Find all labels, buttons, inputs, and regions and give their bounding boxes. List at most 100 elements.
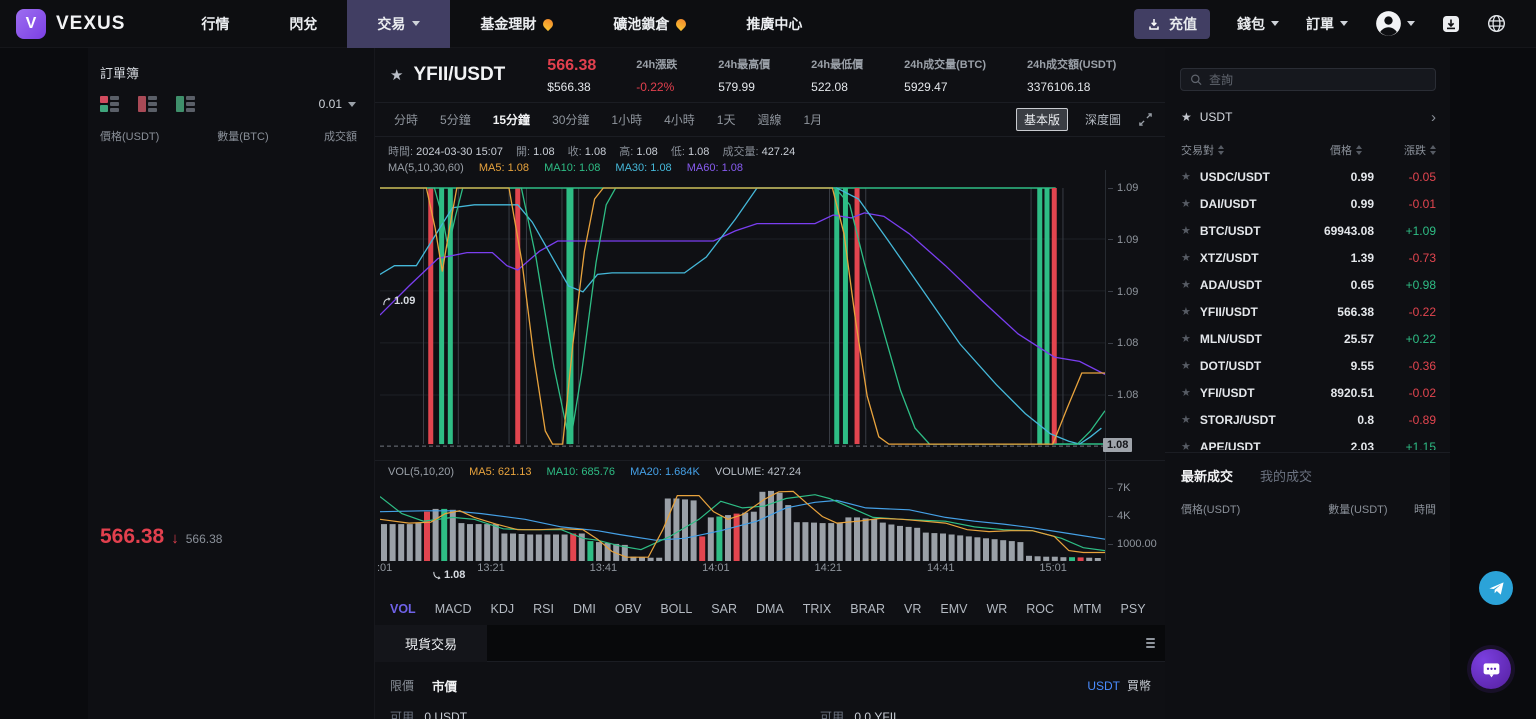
favorite-star-icon[interactable]: ★: [1181, 332, 1191, 345]
favorite-star-icon[interactable]: ★: [1181, 224, 1191, 237]
indicator-tab[interactable]: ROC: [1026, 602, 1054, 616]
favorite-star-icon[interactable]: ★: [1181, 359, 1191, 372]
timeframe-tab[interactable]: 週線: [746, 111, 792, 128]
indicator-tab[interactable]: KDJ: [491, 602, 515, 616]
stat-value: 5929.47: [904, 80, 948, 94]
favorite-star-icon[interactable]: ★: [1181, 440, 1191, 450]
candlestick-chart[interactable]: 1.09 1.08: [375, 170, 1165, 581]
timeframe-tab[interactable]: 分時: [383, 111, 429, 128]
sort-by-price[interactable]: 價格: [1330, 142, 1362, 158]
favorite-star-icon[interactable]: ★: [1181, 251, 1191, 264]
indicator-tab[interactable]: PSY: [1121, 602, 1146, 616]
pair-row[interactable]: ★ DOT/USDT 9.55 -0.36: [1165, 352, 1450, 379]
timeframe-tab[interactable]: 30分鐘: [541, 111, 600, 128]
indicator-tab[interactable]: OBV: [615, 602, 641, 616]
timeframe-tab[interactable]: 1小時: [600, 111, 653, 128]
chevron-down-icon: [1271, 21, 1279, 26]
pair-name: YFII/USDT: [1199, 304, 1258, 319]
indicator-tab[interactable]: WR: [986, 602, 1007, 616]
timeframe-tab[interactable]: 1月: [793, 111, 834, 128]
sort-by-pair[interactable]: 交易對: [1181, 142, 1214, 158]
ohlc-open-value: 1.08: [533, 146, 555, 158]
account-menu[interactable]: [1375, 10, 1415, 37]
deposit-button[interactable]: 充值: [1134, 8, 1210, 39]
ohlc-low-label: 低:: [670, 146, 685, 158]
indicator-tab[interactable]: VR: [904, 602, 921, 616]
quote-group-usdt[interactable]: ★ USDT ›: [1181, 105, 1436, 129]
spot-trade-tab[interactable]: 現貨交易: [375, 624, 487, 662]
view-both-sides-icon[interactable]: [100, 96, 121, 112]
more-menu-icon[interactable]: [1146, 638, 1155, 648]
orders-dropdown[interactable]: 訂單: [1306, 14, 1348, 34]
pair-row[interactable]: ★ MLN/USDT 25.57 +0.22: [1165, 325, 1450, 352]
tab-my-trades[interactable]: 我的成交: [1260, 466, 1312, 485]
favorite-star-icon[interactable]: ★: [1181, 413, 1191, 426]
sort-by-change[interactable]: 漲跌: [1374, 142, 1436, 158]
market-order-tab[interactable]: 市價: [432, 676, 457, 695]
favorite-star-icon[interactable]: ★: [1181, 278, 1191, 291]
view-bids-only-icon[interactable]: [176, 96, 197, 112]
favorite-star-icon[interactable]: ★: [1181, 170, 1191, 183]
tab-recent-trades[interactable]: 最新成交: [1181, 466, 1233, 485]
favorite-star-icon[interactable]: ★: [1181, 197, 1191, 210]
pair-row[interactable]: ★ USDC/USDT 0.99 -0.05: [1165, 163, 1450, 190]
indicator-tab[interactable]: DMA: [756, 602, 784, 616]
wallet-dropdown[interactable]: 錢包: [1237, 14, 1279, 34]
orderbook-title: 訂單簿: [100, 66, 140, 81]
brand[interactable]: V VEXUS: [16, 8, 125, 39]
pair-row[interactable]: ★ BTC/USDT 69943.08 +1.09: [1165, 217, 1450, 244]
timeframe-tab[interactable]: 15分鐘: [482, 111, 541, 128]
timeframe-tab[interactable]: 4小時: [653, 111, 706, 128]
indicator-tab[interactable]: MACD: [435, 602, 472, 616]
indicator-tab[interactable]: DMI: [573, 602, 596, 616]
view-asks-only-icon[interactable]: [138, 96, 159, 112]
pair-row[interactable]: ★ XTZ/USDT 1.39 -0.73: [1165, 244, 1450, 271]
sort-icon[interactable]: [1218, 145, 1224, 155]
pair-row[interactable]: ★ DAI/USDT 0.99 -0.01: [1165, 190, 1450, 217]
favorite-star-icon[interactable]: ★: [390, 66, 403, 84]
fullscreen-icon[interactable]: [1138, 112, 1153, 127]
pair-row[interactable]: ★ YFII/USDT 566.38 -0.22: [1165, 298, 1450, 325]
chevron-down-icon: [1340, 21, 1348, 26]
indicator-tab[interactable]: BOLL: [660, 602, 692, 616]
pair-name: USDC/USDT: [1199, 169, 1270, 184]
favorite-star-icon[interactable]: ★: [1181, 305, 1191, 318]
timeframe-tab[interactable]: 5分鐘: [429, 111, 482, 128]
nav-item-flash-swap[interactable]: 閃兌: [259, 0, 347, 48]
indicator-tab[interactable]: EMV: [940, 602, 967, 616]
pair-row[interactable]: ★ ADA/USDT 0.65 +0.98: [1165, 271, 1450, 298]
basic-view-button[interactable]: 基本版: [1015, 108, 1068, 131]
support-chat-button[interactable]: [1471, 649, 1511, 689]
nav-item-mining-lock[interactable]: 礦池鎖倉: [583, 0, 716, 48]
timeframe-tab[interactable]: 1天: [706, 111, 747, 128]
currency-selector[interactable]: USDT: [1087, 679, 1120, 693]
nav-item-market[interactable]: 行情: [171, 0, 259, 48]
limit-order-tab[interactable]: 限價: [390, 677, 414, 694]
depth-view-button[interactable]: 深度圖: [1085, 111, 1121, 128]
indicator-tab[interactable]: RSI: [533, 602, 554, 616]
col-change-label: 漲跌: [1404, 145, 1426, 157]
indicator-tab[interactable]: TRIX: [803, 602, 831, 616]
pair-name: BTC/USDT: [1199, 223, 1261, 238]
nav-item-trade[interactable]: 交易: [347, 0, 451, 48]
market-stats: 24h漲跌 -0.22% 24h最高價 579.99 24h最低價 522.08…: [636, 56, 1116, 94]
pair-row[interactable]: ★ STORJ/USDT 0.8 -0.89: [1165, 406, 1450, 433]
volume-chart[interactable]: VOL(5,10,20) MA5: 621.13 MA10: 685.76 MA…: [375, 460, 1165, 561]
favorite-star-icon[interactable]: ★: [1181, 386, 1191, 399]
telegram-button[interactable]: [1479, 571, 1513, 605]
indicator-tab[interactable]: VOL: [390, 602, 416, 616]
nav-item-fund[interactable]: 基金理財: [450, 0, 583, 48]
app-download-button[interactable]: [1442, 15, 1460, 33]
language-button[interactable]: [1487, 14, 1506, 33]
search-input[interactable]: [1208, 72, 1426, 87]
nav-item-label: 交易: [377, 15, 406, 32]
indicator-tab[interactable]: BRAR: [850, 602, 885, 616]
pair-row[interactable]: ★ YFI/USDT 8920.51 -0.02: [1165, 379, 1450, 406]
indicator-tab[interactable]: MTM: [1073, 602, 1101, 616]
pair-row[interactable]: ★ APE/USDT 2.03 +1.15: [1165, 433, 1450, 451]
pair-price-block: 566.38 $566.38: [547, 57, 596, 94]
buy-coin-label[interactable]: 買幣: [1127, 677, 1151, 694]
precision-dropdown[interactable]: 0.01: [319, 97, 356, 111]
nav-item-promotion[interactable]: 推廣中心: [716, 0, 832, 48]
indicator-tab[interactable]: SAR: [711, 602, 737, 616]
